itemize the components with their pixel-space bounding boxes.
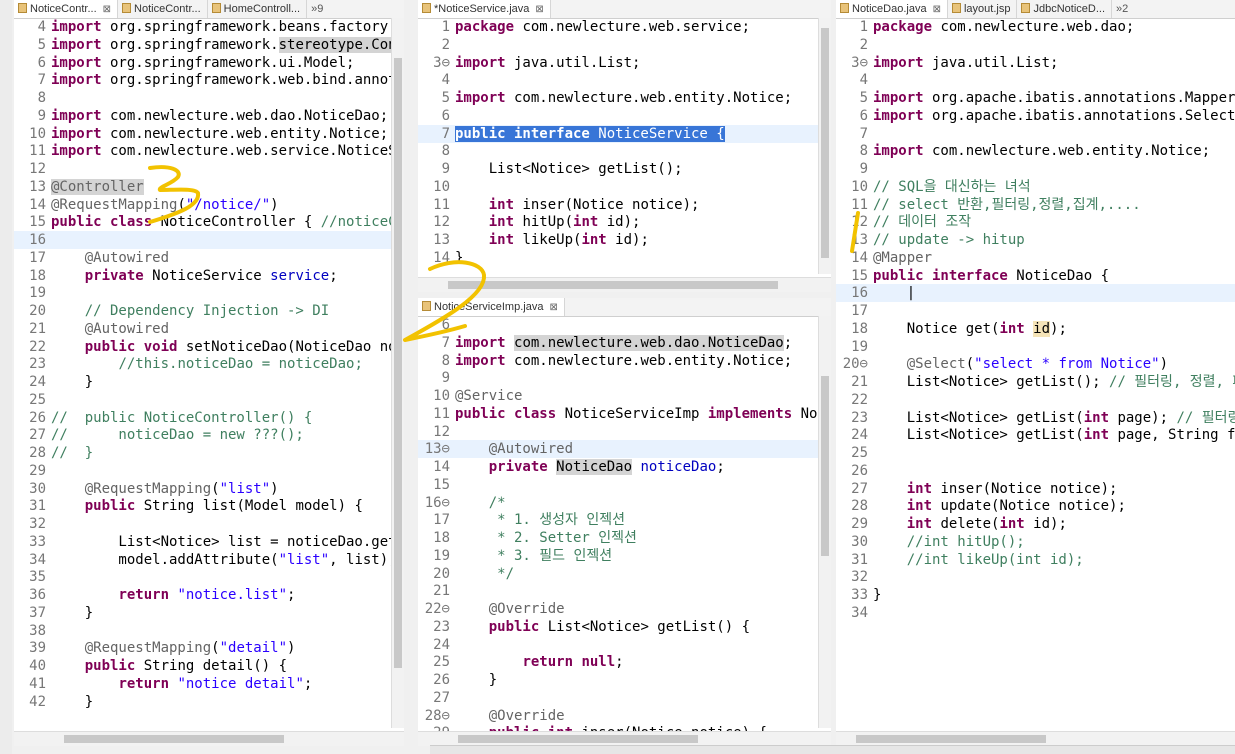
- pen-stroke-2: [403, 260, 486, 342]
- pen-stroke-3: [148, 165, 201, 224]
- pen-stroke-1: [850, 211, 860, 253]
- pen-annotation-layer: [148, 165, 860, 342]
